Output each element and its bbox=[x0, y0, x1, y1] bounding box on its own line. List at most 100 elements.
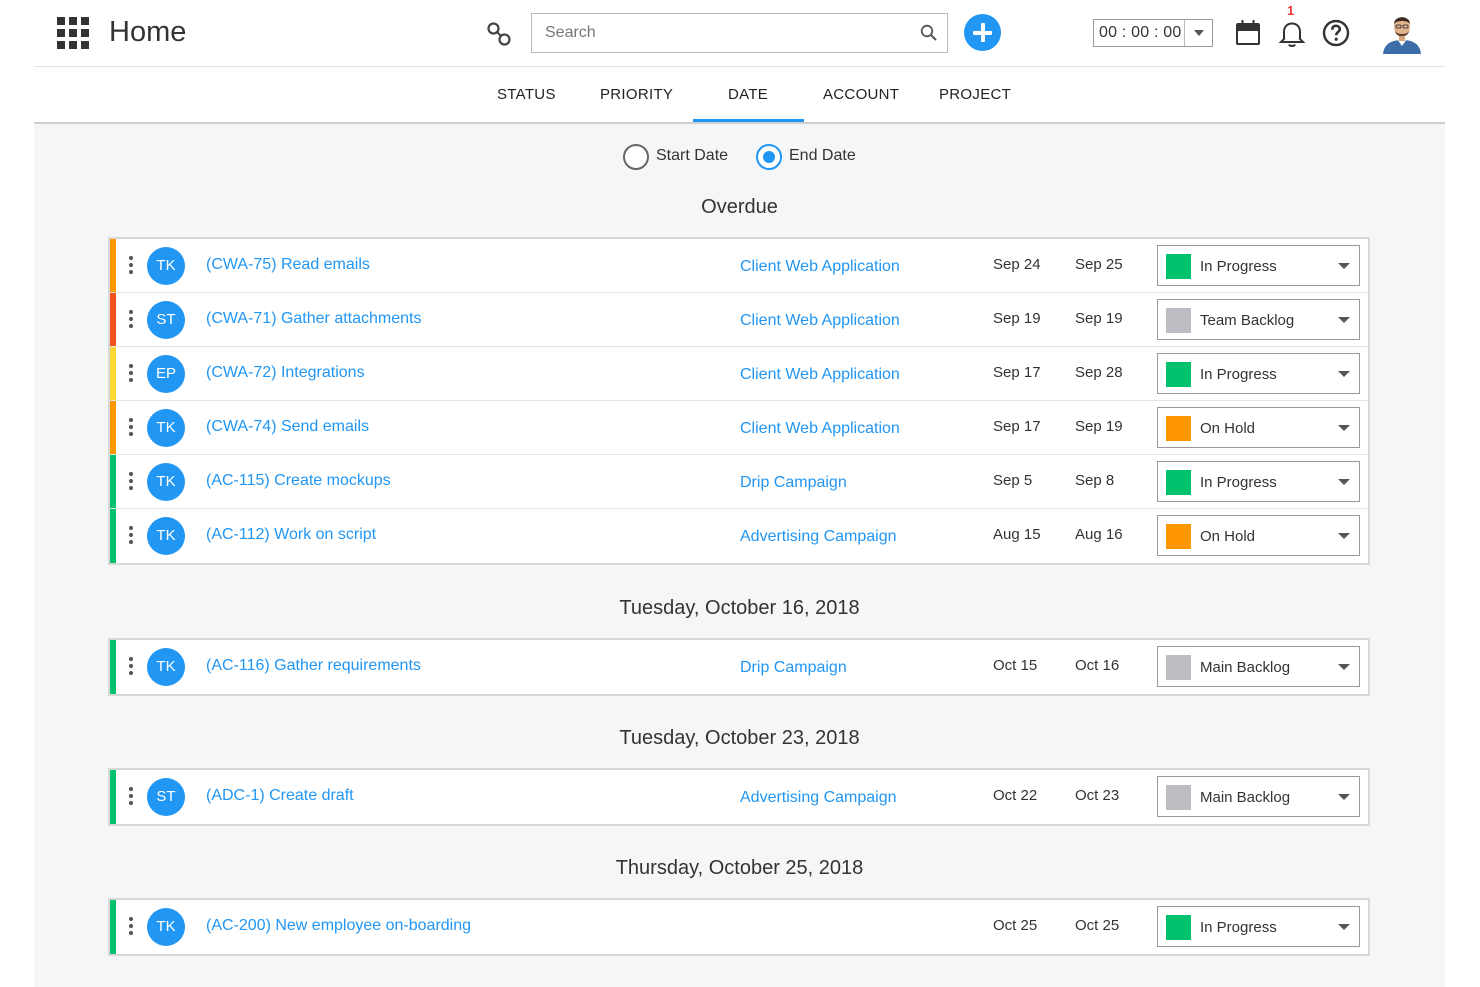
task-link[interactable]: (CWA-74) Send emails bbox=[206, 418, 369, 436]
priority-bar bbox=[110, 640, 116, 694]
search-icon[interactable] bbox=[920, 24, 938, 42]
start-date-label: Start Date bbox=[656, 147, 729, 164]
project-link[interactable]: Advertising Campaign bbox=[740, 528, 897, 546]
task-row: TK (AC-112) Work on script Advertising Cam… bbox=[110, 509, 1368, 563]
status-dropdown[interactable]: In Progress bbox=[1157, 245, 1360, 286]
help-icon[interactable] bbox=[1322, 18, 1350, 48]
task-link[interactable]: (CWA-75) Read emails bbox=[206, 256, 370, 274]
start-date: Sep 17 bbox=[993, 364, 1041, 381]
more-options-icon[interactable] bbox=[128, 364, 134, 384]
status-label: Main Backlog bbox=[1200, 659, 1291, 676]
task-link[interactable]: (AC-112) Work on script bbox=[206, 526, 376, 544]
link-icon[interactable] bbox=[486, 21, 512, 47]
assignee-avatar: TK bbox=[147, 517, 185, 555]
status-label: Team Backlog bbox=[1200, 312, 1295, 329]
tab-date[interactable]: DATE bbox=[728, 86, 768, 103]
more-options-icon[interactable] bbox=[128, 418, 134, 438]
task-link[interactable]: (AC-116) Gather requirements bbox=[206, 657, 421, 675]
tab-status[interactable]: STATUS bbox=[497, 86, 556, 103]
active-tab-indicator bbox=[693, 119, 804, 122]
project-link[interactable]: Advertising Campaign bbox=[740, 789, 897, 807]
status-dropdown[interactable]: On Hold bbox=[1157, 515, 1360, 556]
start-date: Sep 19 bbox=[993, 310, 1041, 327]
status-dropdown[interactable]: Team Backlog bbox=[1157, 299, 1360, 340]
task-row: TK (AC-116) Gather requirements Drip Campa… bbox=[110, 640, 1368, 694]
task-link[interactable]: (CWA-72) Integrations bbox=[206, 364, 365, 382]
calendar-icon[interactable] bbox=[1234, 18, 1262, 48]
timer-dropdown[interactable]: 00 : 00 : 00 bbox=[1093, 19, 1213, 47]
project-link[interactable]: Drip Campaign bbox=[740, 474, 847, 492]
status-dropdown[interactable]: On Hold bbox=[1157, 407, 1360, 448]
page-title: Home bbox=[109, 16, 187, 48]
view-tabs: STATUS PRIORITY DATE ACCOUNT PROJECT bbox=[34, 67, 1445, 124]
task-group-card: TK (AC-200) New employee on-boarding Oct 2… bbox=[108, 898, 1370, 956]
status-label: In Progress bbox=[1200, 258, 1277, 275]
status-dropdown[interactable]: Main Backlog bbox=[1157, 646, 1360, 687]
task-group-card: TK (CWA-75) Read emails Client Web Applica… bbox=[108, 237, 1370, 565]
status-color-swatch bbox=[1166, 785, 1191, 810]
status-color-swatch bbox=[1166, 308, 1191, 333]
start-date: Oct 25 bbox=[993, 917, 1038, 934]
search-box bbox=[531, 13, 948, 53]
task-link[interactable]: (ADC-1) Create draft bbox=[206, 787, 354, 805]
task-link[interactable]: (AC-200) New employee on-boarding bbox=[206, 917, 471, 935]
end-date: Oct 16 bbox=[1075, 657, 1120, 674]
priority-bar bbox=[110, 770, 116, 824]
user-avatar[interactable] bbox=[1381, 12, 1423, 54]
task-link[interactable]: (CWA-71) Gather attachments bbox=[206, 310, 421, 328]
task-group-card: TK (AC-116) Gather requirements Drip Campa… bbox=[108, 638, 1370, 696]
priority-bar bbox=[110, 401, 116, 454]
tab-account[interactable]: ACCOUNT bbox=[823, 86, 899, 103]
top-bar: Home 00 : 00 : 00 bbox=[34, 0, 1445, 67]
app-frame: Home 00 : 00 : 00 bbox=[34, 0, 1445, 987]
project-link[interactable]: Client Web Application bbox=[740, 366, 900, 384]
more-options-icon[interactable] bbox=[128, 526, 134, 546]
status-dropdown[interactable]: In Progress bbox=[1157, 906, 1360, 947]
radio-checked-icon bbox=[756, 144, 782, 170]
task-row: TK (CWA-75) Read emails Client Web Applica… bbox=[110, 239, 1368, 293]
project-link[interactable]: Drip Campaign bbox=[740, 659, 847, 677]
more-options-icon[interactable] bbox=[128, 657, 134, 677]
group-title: Tuesday, October 23, 2018 bbox=[619, 727, 860, 749]
start-date: Oct 22 bbox=[993, 787, 1038, 804]
chevron-down-icon[interactable] bbox=[1184, 20, 1212, 46]
chevron-down-icon bbox=[1338, 794, 1350, 800]
bell-icon[interactable] bbox=[1278, 18, 1306, 48]
chevron-down-icon bbox=[1338, 317, 1350, 323]
start-date: Aug 15 bbox=[993, 526, 1041, 543]
timer-value: 00 : 00 : 00 bbox=[1099, 24, 1182, 41]
more-options-icon[interactable] bbox=[128, 256, 134, 276]
status-dropdown[interactable]: Main Backlog bbox=[1157, 776, 1360, 817]
assignee-avatar: TK bbox=[147, 463, 185, 501]
more-options-icon[interactable] bbox=[128, 917, 134, 937]
notification-badge: 1 bbox=[1287, 3, 1295, 18]
add-button[interactable] bbox=[964, 14, 1001, 51]
task-link[interactable]: (AC-115) Create mockups bbox=[206, 472, 391, 490]
status-label: On Hold bbox=[1200, 528, 1256, 545]
status-dropdown[interactable]: In Progress bbox=[1157, 353, 1360, 394]
more-options-icon[interactable] bbox=[128, 310, 134, 330]
chevron-down-icon bbox=[1338, 533, 1350, 539]
tab-priority[interactable]: PRIORITY bbox=[600, 86, 673, 103]
project-link[interactable]: Client Web Application bbox=[740, 258, 900, 276]
status-color-swatch bbox=[1166, 416, 1191, 441]
tab-project[interactable]: PROJECT bbox=[939, 86, 1011, 103]
project-link[interactable]: Client Web Application bbox=[740, 420, 900, 438]
task-row: ST (ADC-1) Create draft Advertising Campai… bbox=[110, 770, 1368, 824]
end-date: Sep 19 bbox=[1075, 310, 1123, 327]
chevron-down-icon bbox=[1338, 425, 1350, 431]
status-dropdown[interactable]: In Progress bbox=[1157, 461, 1360, 502]
assignee-avatar: TK bbox=[147, 908, 185, 946]
priority-bar bbox=[110, 293, 116, 346]
status-color-swatch bbox=[1166, 655, 1191, 680]
more-options-icon[interactable] bbox=[128, 472, 134, 492]
assignee-avatar: ST bbox=[147, 301, 185, 339]
search-input[interactable] bbox=[532, 14, 912, 52]
app-launcher-icon[interactable] bbox=[57, 17, 89, 49]
group-title: Tuesday, October 16, 2018 bbox=[619, 597, 860, 619]
assignee-avatar: TK bbox=[147, 247, 185, 285]
chevron-down-icon bbox=[1338, 371, 1350, 377]
project-link[interactable]: Client Web Application bbox=[740, 312, 900, 330]
more-options-icon[interactable] bbox=[128, 787, 134, 807]
end-date-label: End Date bbox=[789, 147, 856, 164]
